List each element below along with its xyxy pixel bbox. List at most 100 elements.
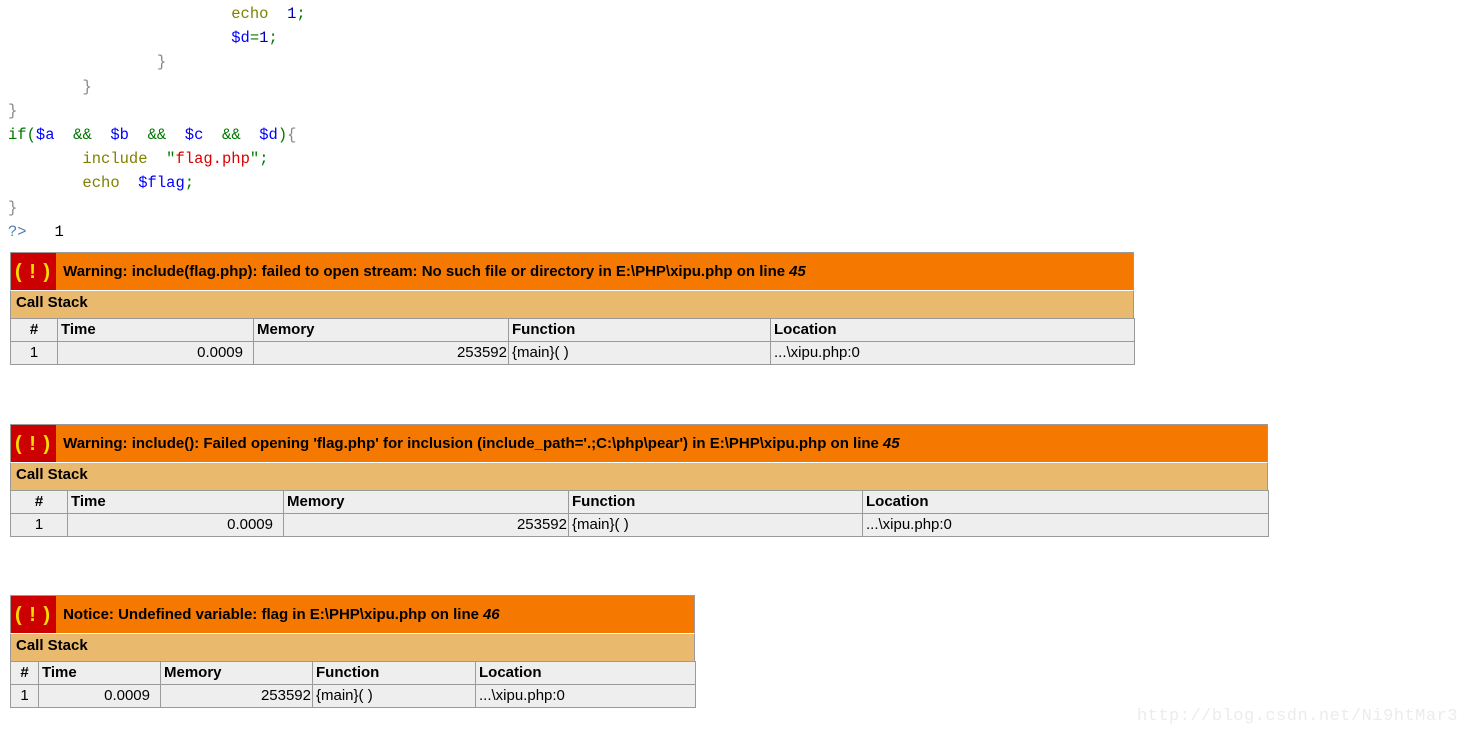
code-token: ) <box>277 126 288 145</box>
code-line: $d=1; <box>8 26 306 50</box>
error-message-text: Notice: Undefined variable: flag in E:\P… <box>63 606 479 623</box>
table-row: 1 0.0009 253592 {main}( ) ...\xipu.php:0 <box>10 513 1269 537</box>
code-line: ?> 1 <box>8 220 306 244</box>
blog-watermark: http://blog.csdn.net/Ni9htMar3 <box>1136 707 1458 726</box>
warning-exclamation-icon: ( ! ) <box>11 425 57 462</box>
code-token: ?> <box>8 222 27 241</box>
error-title-bar: ( ! ) Notice: Undefined variable: flag i… <box>10 595 695 633</box>
cell-location: ...\xipu.php:0 <box>862 513 1269 537</box>
column-header-num: # <box>10 490 68 514</box>
code-token: $d <box>231 29 250 48</box>
code-line: } <box>8 50 306 74</box>
column-header-num: # <box>10 318 58 342</box>
code-token: $c <box>184 126 204 145</box>
code-token: && <box>147 126 167 145</box>
code-token: { <box>287 126 297 145</box>
table-header-row: # Time Memory Function Location <box>10 318 1135 342</box>
cell-location: ...\xipu.php:0 <box>475 684 696 708</box>
code-token: 1 <box>287 5 297 23</box>
column-header-location: Location <box>475 661 696 685</box>
column-header-memory: Memory <box>160 661 313 685</box>
cell-time: 0.0009 <box>57 341 254 365</box>
code-token: } <box>8 198 18 217</box>
warning-exclamation-icon: ( ! ) <box>11 253 57 290</box>
code-token: ; <box>296 5 306 23</box>
call-stack-table: # Time Memory Function Location 1 0.0009… <box>10 661 696 708</box>
code-token: } <box>8 101 18 120</box>
code-line: } <box>8 75 306 99</box>
code-token: include <box>82 150 148 169</box>
call-stack-label: Call Stack <box>10 633 695 661</box>
code-token: 1 <box>54 222 64 241</box>
xdebug-error-box: ( ! ) Notice: Undefined variable: flag i… <box>10 595 696 708</box>
column-header-function: Function <box>508 318 771 342</box>
error-message: Warning: include(): Failed opening 'flag… <box>56 425 1267 462</box>
column-header-time: Time <box>67 490 284 514</box>
code-token: echo <box>82 174 120 193</box>
php-source-code: echo 1; $d=1; } }} if($a && $b && $c && $… <box>8 2 306 244</box>
code-line: } <box>8 196 306 220</box>
code-token: } <box>156 53 167 72</box>
code-token: } <box>82 77 92 96</box>
error-line-number: 45 <box>882 435 900 452</box>
notice-exclamation-icon: ( ! ) <box>11 596 57 633</box>
cell-function: {main}( ) <box>508 341 771 365</box>
code-line: include "flag.php"; <box>8 147 306 171</box>
cell-location: ...\xipu.php:0 <box>770 341 1135 365</box>
code-token: $b <box>110 126 129 145</box>
code-line: echo 1; <box>8 2 306 26</box>
column-header-time: Time <box>38 661 161 685</box>
column-header-function: Function <box>312 661 476 685</box>
code-token: ; <box>259 150 269 169</box>
code-line: if($a && $b && $c && $d){ <box>8 123 306 147</box>
column-header-num: # <box>10 661 39 685</box>
code-line: } <box>8 99 306 123</box>
cell-time: 0.0009 <box>38 684 161 708</box>
table-header-row: # Time Memory Function Location <box>10 661 696 685</box>
column-header-location: Location <box>770 318 1135 342</box>
xdebug-error-box: ( ! ) Warning: include(flag.php): failed… <box>10 252 1135 365</box>
code-token: ( <box>26 126 36 145</box>
code-token: $flag <box>138 174 185 193</box>
xdebug-error-box: ( ! ) Warning: include(): Failed opening… <box>10 424 1269 537</box>
column-header-location: Location <box>862 490 1269 514</box>
call-stack-table: # Time Memory Function Location 1 0.0009… <box>10 490 1269 537</box>
column-header-memory: Memory <box>253 318 509 342</box>
code-token: flag.php <box>175 150 250 169</box>
table-header-row: # Time Memory Function Location <box>10 490 1269 514</box>
code-token: $d <box>259 126 278 145</box>
code-token: && <box>73 126 92 145</box>
error-title-bar: ( ! ) Warning: include(): Failed opening… <box>10 424 1268 462</box>
code-token: = <box>249 29 260 48</box>
code-token: if <box>8 126 27 145</box>
code-token: " <box>249 150 260 169</box>
code-line: echo $flag; <box>8 171 306 195</box>
call-stack-label: Call Stack <box>10 290 1134 318</box>
cell-num: 1 <box>10 513 68 537</box>
table-row: 1 0.0009 253592 {main}( ) ...\xipu.php:0 <box>10 341 1135 365</box>
call-stack-table: # Time Memory Function Location 1 0.0009… <box>10 318 1135 365</box>
cell-time: 0.0009 <box>67 513 284 537</box>
error-message-text: Warning: include(flag.php): failed to op… <box>63 263 786 280</box>
error-title-bar: ( ! ) Warning: include(flag.php): failed… <box>10 252 1134 290</box>
call-stack-label: Call Stack <box>10 462 1268 490</box>
code-token: ; <box>268 29 278 48</box>
error-message-text: Warning: include(): Failed opening 'flag… <box>63 435 879 452</box>
cell-num: 1 <box>10 684 39 708</box>
column-header-function: Function <box>568 490 863 514</box>
cell-function: {main}( ) <box>312 684 476 708</box>
code-token: && <box>222 126 241 145</box>
